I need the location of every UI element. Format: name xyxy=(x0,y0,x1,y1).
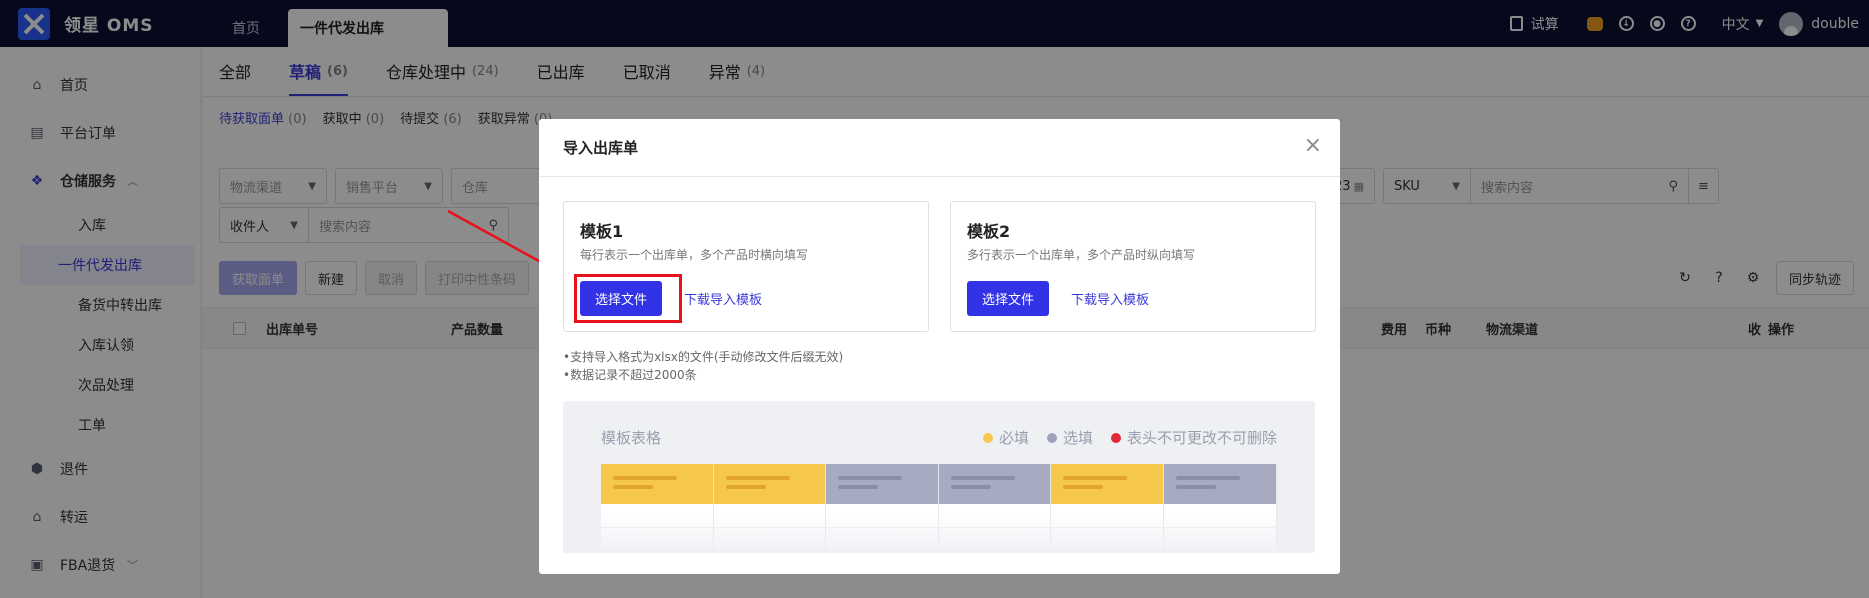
preview-title: 模板表格 xyxy=(601,429,662,447)
highlight-box xyxy=(574,274,682,323)
template-1-card: 模板1 每行表示一个出库单，多个产品时横向填写 选择文件 下载导入模板 xyxy=(563,201,929,332)
preview-header-cell xyxy=(938,464,1052,504)
placeholder-line xyxy=(1175,485,1216,489)
legend-label: 选填 xyxy=(1062,429,1093,447)
legend-dot xyxy=(1046,432,1057,443)
preview-fade xyxy=(563,513,1315,553)
preview-header-cell xyxy=(1051,464,1164,504)
preview-legend: 必填 选填 表头不可更改不可删除 xyxy=(965,427,1277,448)
preview-header-cell xyxy=(713,464,827,504)
placeholder-line xyxy=(1063,476,1128,480)
placeholder-line xyxy=(950,485,991,489)
import-outbound-modal: 导入出库单 × 模板1 每行表示一个出库单，多个产品时横向填写 选择文件 下载导… xyxy=(539,119,1340,574)
placeholder-line xyxy=(838,485,879,489)
legend-optional: 选填 xyxy=(1046,427,1093,448)
template-2-choose-file-button[interactable]: 选择文件 xyxy=(967,281,1049,316)
placeholder-line xyxy=(613,485,653,489)
template-2-desc: 多行表示一个出库单，多个产品时纵向填写 xyxy=(967,248,1196,262)
preview-header-cell xyxy=(826,464,939,504)
legend-label: 表头不可更改不可删除 xyxy=(1126,429,1277,447)
template-preview: 模板表格 必填 选填 表头不可更改不可删除 xyxy=(563,401,1315,553)
legend-locked-header: 表头不可更改不可删除 xyxy=(1110,427,1277,448)
placeholder-line xyxy=(613,476,677,480)
note-format: •支持导入格式为xlsx的文件(手动修改文件后缀无效) xyxy=(563,350,844,364)
template-2-download-link[interactable]: 下载导入模板 xyxy=(1071,289,1149,308)
preview-header-row xyxy=(601,464,1277,504)
legend-dot xyxy=(982,432,993,443)
placeholder-line xyxy=(1063,485,1104,489)
legend-required: 必填 xyxy=(982,427,1029,448)
modal-title: 导入出库单 xyxy=(563,139,639,157)
template-1-title: 模板1 xyxy=(580,222,624,241)
legend-label: 必填 xyxy=(998,429,1029,447)
template-1-download-link[interactable]: 下载导入模板 xyxy=(684,289,762,308)
template-2-title: 模板2 xyxy=(967,222,1011,241)
placeholder-line xyxy=(838,476,903,480)
modal-divider xyxy=(539,176,1340,177)
placeholder-line xyxy=(1175,476,1240,480)
import-notes: •支持导入格式为xlsx的文件(手动修改文件后缀无效) •数据记录不超过2000… xyxy=(563,348,843,384)
placeholder-line xyxy=(725,476,790,480)
legend-dot xyxy=(1110,432,1121,443)
placeholder-line xyxy=(950,476,1015,480)
template-1-desc: 每行表示一个出库单，多个产品时横向填写 xyxy=(580,248,809,262)
close-icon[interactable]: × xyxy=(1304,133,1322,158)
preview-header-cell xyxy=(1163,464,1277,504)
placeholder-line xyxy=(725,485,766,489)
preview-header-cell xyxy=(601,464,714,504)
note-limit: •数据记录不超过2000条 xyxy=(563,368,697,382)
template-2-card: 模板2 多行表示一个出库单，多个产品时纵向填写 选择文件 下载导入模板 xyxy=(950,201,1316,332)
